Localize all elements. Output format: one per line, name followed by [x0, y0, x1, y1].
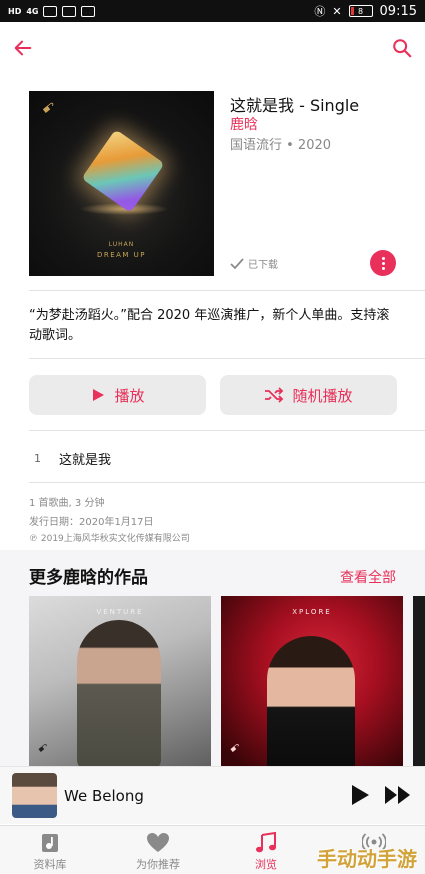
- artist-photo: [77, 620, 161, 766]
- cover-logo-icon: ꗃ: [229, 742, 238, 755]
- artist-photo: [267, 636, 355, 766]
- album-tile[interactable]: XPLORE ꗃ: [221, 596, 403, 766]
- album-tile[interactable]: VENTURE ꗃ: [29, 596, 211, 766]
- cover-crystal: [81, 129, 165, 213]
- network-speed: 4G: [26, 6, 39, 16]
- fast-forward-icon[interactable]: [384, 785, 412, 805]
- tab-label: 为你推荐: [136, 858, 180, 871]
- track-number: 1: [34, 451, 41, 465]
- now-playing-title: We Belong: [64, 787, 144, 805]
- divider: [29, 358, 425, 359]
- battery-icon: 8: [348, 5, 373, 17]
- tab-label: 资料库: [33, 858, 67, 871]
- downloaded-label: 已下载: [248, 260, 278, 271]
- tab-browse[interactable]: 浏览: [216, 832, 316, 872]
- nfc-icon: Ⓝ: [314, 5, 326, 18]
- album-tile[interactable]: [413, 596, 425, 766]
- track-name: 这就是我: [59, 452, 112, 468]
- app-notification-icon: [81, 5, 96, 17]
- album-artist-link[interactable]: 鹿晗: [230, 114, 258, 134]
- mini-player[interactable]: We Belong: [0, 766, 425, 824]
- see-all-link[interactable]: 查看全部: [340, 567, 396, 587]
- divider: [29, 430, 425, 431]
- cover-logo-icon: ꗃ: [37, 742, 46, 755]
- more-by-artist-title: 更多鹿晗的作品: [29, 568, 148, 588]
- music-note-icon: [256, 832, 276, 853]
- status-bar: HD 4G Ⓝ ✕ 8 09:15: [0, 0, 425, 22]
- more-options-button[interactable]: [370, 250, 396, 276]
- play-label: 播放: [114, 386, 145, 405]
- play-icon[interactable]: [350, 784, 370, 806]
- battery-level: 8: [357, 6, 364, 16]
- play-icon: [93, 389, 105, 401]
- track-summary: 1 首歌曲, 3 分钟: [29, 498, 105, 509]
- network-label: HD: [8, 6, 22, 16]
- album-description: “为梦赴汤蹈火。”配合 2020 年巡演推广，新个人单曲。支持滚动歌词。: [29, 308, 390, 343]
- album-tile-text: XPLORE: [292, 608, 332, 616]
- divider: [29, 290, 425, 291]
- divider: [29, 482, 425, 483]
- play-button[interactable]: 播放: [29, 375, 206, 415]
- album-title: 这就是我 - Single: [230, 96, 360, 115]
- top-bar: [0, 22, 425, 78]
- cover-artist-text: LUHAN: [108, 241, 135, 248]
- library-icon: [42, 834, 58, 852]
- album-tile-text: VENTURE: [96, 608, 144, 616]
- back-arrow-icon[interactable]: [12, 37, 34, 59]
- signal-icon: [43, 5, 58, 17]
- copyright: ℗ 2019上海风华秋实文化传媒有限公司: [29, 534, 190, 544]
- cover-subtitle-text: DREAM UP: [96, 251, 147, 259]
- heart-icon: [147, 833, 169, 852]
- track-row[interactable]: 1 这就是我: [29, 447, 399, 469]
- watermark-logo: 手动动手游: [317, 847, 417, 871]
- cover-logo-icon: ꗃ: [41, 101, 53, 117]
- tab-label: 浏览: [255, 858, 277, 871]
- clock: 09:15: [379, 3, 417, 19]
- downloaded-status: 已下载: [230, 256, 278, 271]
- shuffle-icon: [265, 387, 284, 403]
- wechat-icon: [62, 5, 77, 17]
- tab-library[interactable]: 资料库: [0, 832, 100, 872]
- now-playing-artwork: [12, 773, 57, 818]
- tab-for-you[interactable]: 为你推荐: [108, 832, 208, 872]
- album-genre-year: 国语流行 • 2020: [230, 138, 332, 153]
- shuffle-label: 随机播放: [292, 386, 353, 405]
- shuffle-button[interactable]: 随机播放: [220, 375, 397, 415]
- search-icon[interactable]: [391, 37, 413, 59]
- album-cover[interactable]: ꗃ LUHAN DREAM UP: [29, 91, 214, 276]
- release-date: 发行日期：2020年1月17日: [29, 517, 154, 528]
- checkmark-icon: [230, 257, 244, 269]
- mute-icon: ✕: [332, 4, 342, 18]
